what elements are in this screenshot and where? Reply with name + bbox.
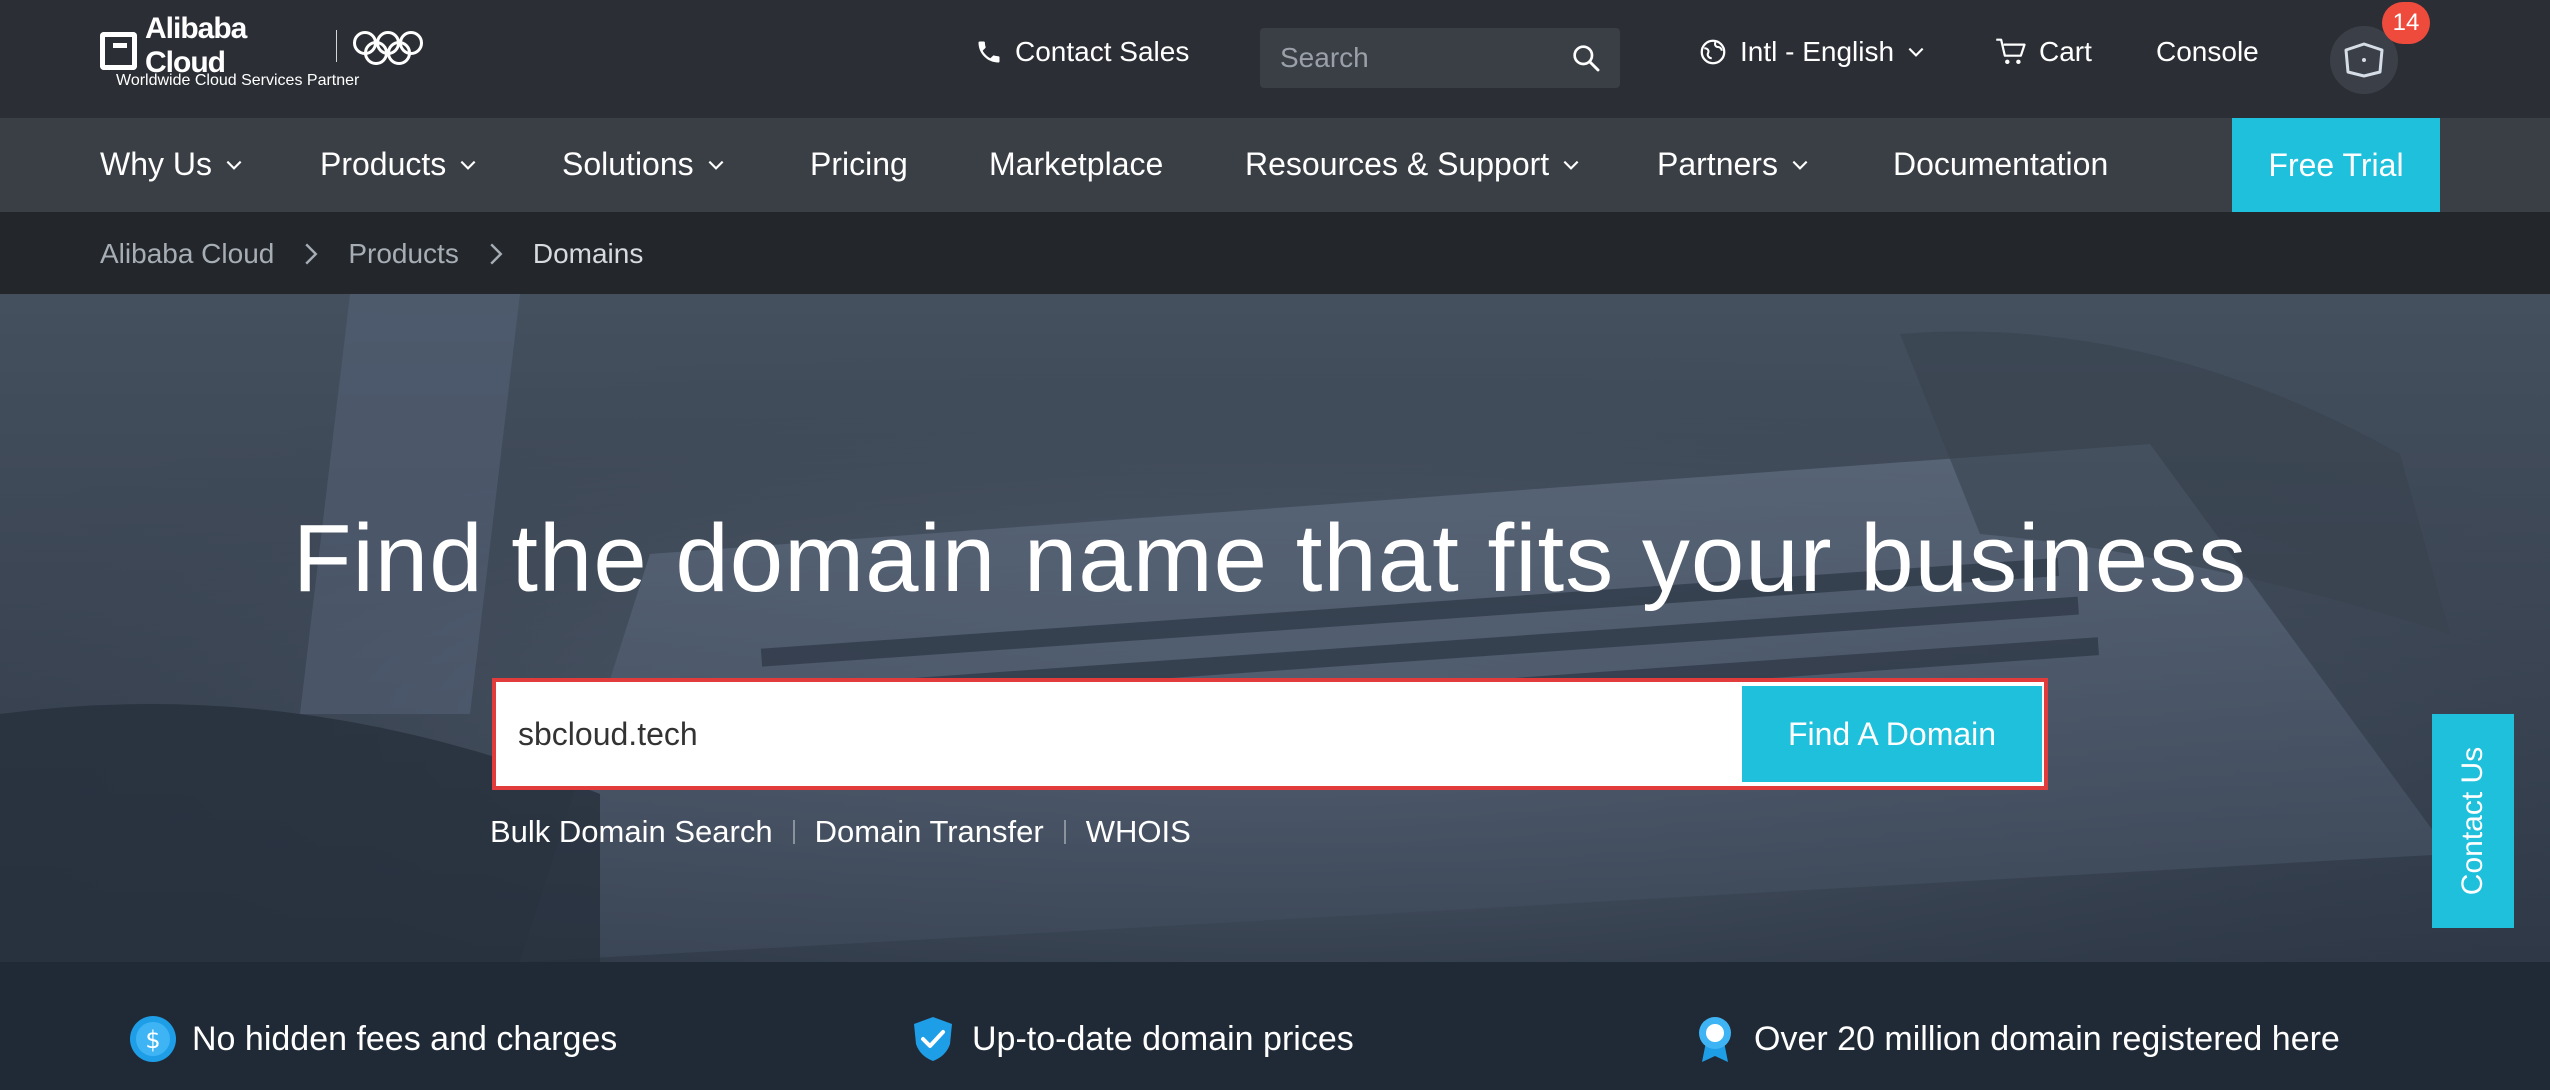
hero-title: Find the domain name that fits your busi…	[292, 505, 2248, 612]
contact-sales-label: Contact Sales	[1015, 36, 1190, 67]
cart-label: Cart	[2039, 36, 2092, 67]
cart-icon	[1996, 38, 2026, 65]
nav-label: Solutions	[562, 146, 694, 182]
notification-badge: 14	[2382, 2, 2430, 44]
language-label: Intl - English	[1740, 36, 1895, 67]
breadcrumb-products[interactable]: Products	[348, 238, 459, 270]
nav-label: Documentation	[1893, 146, 2109, 182]
breadcrumb-bar: Alibaba Cloud Products Domains	[0, 212, 2550, 294]
feature-up-to-date-prices: Up-to-date domain prices	[908, 1014, 1354, 1064]
chevron-down-icon	[226, 160, 242, 170]
logo-brand-text: Alibaba Cloud	[145, 12, 247, 79]
nav-label: Pricing	[810, 146, 908, 182]
chevron-down-icon	[708, 160, 724, 170]
logo-divider	[335, 30, 338, 62]
logo-tagline: Worldwide Cloud Services Partner	[116, 72, 360, 89]
domain-search-input[interactable]	[502, 682, 1742, 786]
feature-no-hidden-fees: $ No hidden fees and charges	[128, 1014, 617, 1064]
shield-check-icon	[914, 1017, 952, 1061]
contact-sales-link[interactable]: Contact Sales	[975, 36, 1189, 68]
whois-link[interactable]: WHOIS	[1086, 814, 1191, 850]
free-trial-button[interactable]: Free Trial	[2232, 118, 2440, 212]
site-search	[1260, 28, 1620, 88]
site-search-input[interactable]	[1260, 28, 1560, 88]
cart-link[interactable]: Cart	[1995, 36, 2092, 68]
contact-us-tab[interactable]: Contact Us	[2432, 714, 2514, 928]
chevron-down-icon	[460, 160, 476, 170]
chevron-down-icon	[1908, 47, 1924, 57]
feature-text: No hidden fees and charges	[192, 1019, 618, 1058]
domain-transfer-link[interactable]: Domain Transfer	[815, 814, 1044, 850]
link-divider	[1063, 820, 1066, 844]
nav-label: Marketplace	[989, 146, 1164, 182]
contact-us-label: Contact Us	[2456, 746, 2490, 896]
nav-pricing[interactable]: Pricing	[810, 146, 908, 183]
features-bar: $ No hidden fees and charges Up-to-date …	[0, 962, 2550, 1090]
alibaba-cloud-logo[interactable]: Alibaba Cloud Worldwide Cloud Services P…	[100, 12, 424, 92]
hero-background-image	[0, 294, 2550, 962]
nav-products[interactable]: Products	[320, 146, 478, 183]
chevron-down-icon	[1792, 160, 1808, 170]
chevron-right-icon	[490, 243, 503, 265]
search-icon[interactable]	[1570, 42, 1602, 74]
breadcrumb-domains: Domains	[532, 238, 644, 269]
nav-label: Products	[320, 146, 447, 182]
user-avatar-icon	[2344, 42, 2384, 78]
domain-tools-links: Bulk Domain Search Domain Transfer WHOIS	[490, 814, 1191, 850]
feature-text: Over 20 million domain registered here	[1754, 1019, 2340, 1058]
dollar-coin-icon: $	[130, 1016, 176, 1062]
nav-marketplace[interactable]: Marketplace	[989, 146, 1163, 183]
nav-label: Partners	[1657, 146, 1778, 182]
olympic-rings-icon	[353, 29, 424, 65]
svg-text:$: $	[145, 1026, 160, 1054]
main-nav: Why Us Products Solutions Pricing Market…	[0, 118, 2550, 212]
top-bar: Alibaba Cloud Worldwide Cloud Services P…	[0, 0, 2550, 118]
feature-20-million-domains: Over 20 million domain registered here	[1690, 1014, 2340, 1064]
alibaba-cloud-mark-icon	[100, 32, 137, 70]
hero-section: Find the domain name that fits your busi…	[0, 294, 2550, 962]
nav-label: Resources & Support	[1245, 146, 1550, 182]
console-link[interactable]: Console	[2156, 36, 2259, 68]
domain-search-box: Find A Domain	[492, 678, 2048, 790]
chevron-right-icon	[305, 243, 318, 265]
language-selector[interactable]: Intl - English	[1698, 36, 1926, 68]
find-a-domain-button[interactable]: Find A Domain	[1742, 686, 2042, 782]
breadcrumb: Alibaba Cloud Products Domains	[100, 238, 643, 270]
nav-resources-support[interactable]: Resources & Support	[1245, 146, 1581, 183]
chevron-down-icon	[1563, 160, 1579, 170]
nav-label: Why Us	[100, 146, 212, 182]
feature-text: Up-to-date domain prices	[972, 1019, 1354, 1058]
console-label: Console	[2156, 36, 2259, 67]
breadcrumb-alibaba-cloud[interactable]: Alibaba Cloud	[100, 238, 274, 270]
bulk-domain-search-link[interactable]: Bulk Domain Search	[490, 814, 773, 850]
nav-why-us[interactable]: Why Us	[100, 146, 244, 183]
link-divider	[792, 820, 795, 844]
award-ribbon-icon	[1699, 1017, 1731, 1062]
nav-solutions[interactable]: Solutions	[562, 146, 726, 183]
phone-icon	[978, 41, 1000, 63]
nav-partners[interactable]: Partners	[1657, 146, 1810, 183]
nav-documentation[interactable]: Documentation	[1893, 146, 2108, 183]
globe-icon	[1700, 39, 1726, 65]
